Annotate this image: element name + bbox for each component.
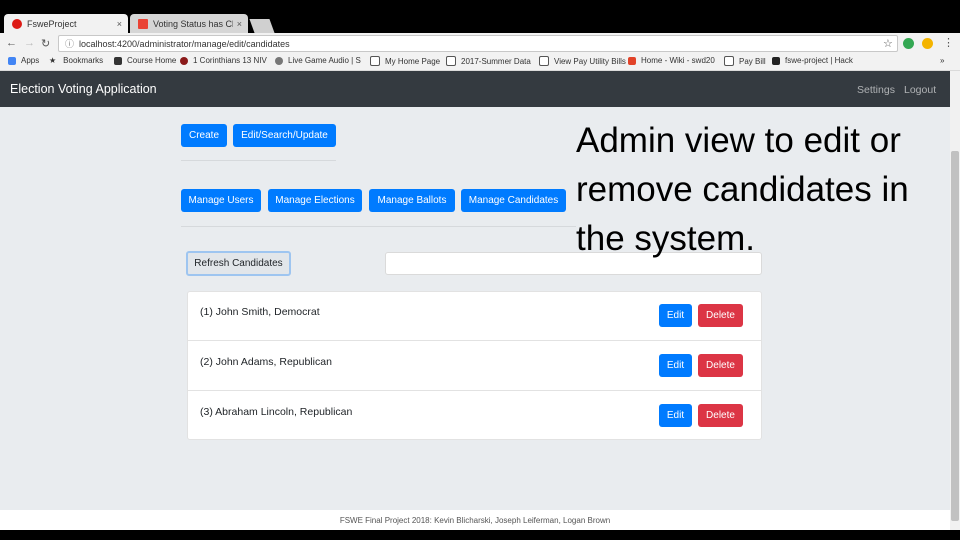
gmail-icon (138, 18, 148, 29)
bookmark-course-home[interactable]: Course Home (114, 56, 176, 65)
tab-title: Voting Status has Change (153, 18, 233, 29)
url-text: localhost:4200/administrator/manage/edit… (79, 38, 290, 49)
audio-icon (275, 56, 283, 65)
gitlab-icon (628, 56, 636, 65)
bookmark-live-game-audio[interactable]: Live Game Audio | S (275, 56, 361, 65)
manage-users-button[interactable]: Manage Users (181, 189, 261, 212)
divider (181, 226, 576, 227)
apps-grid-icon (8, 56, 16, 65)
bookmark-bookmarks[interactable]: ★ Bookmarks (49, 56, 103, 65)
browser-tab-fsweproject[interactable]: FsweProject × (4, 14, 128, 33)
hackpad-icon (772, 56, 780, 65)
angular-icon (12, 18, 22, 29)
manage-ballots-button[interactable]: Manage Ballots (369, 189, 455, 212)
bookmark-utility-bills[interactable]: View Pay Utility Bills (539, 56, 626, 66)
bookmark-my-home-page[interactable]: My Home Page (370, 56, 440, 66)
manage-candidates-button[interactable]: Manage Candidates (461, 189, 566, 212)
extension-icon[interactable] (922, 38, 933, 49)
edit-search-update-button[interactable]: Edit/Search/Update (233, 124, 336, 147)
bookmark-wiki[interactable]: Home - Wiki - swd20 (628, 56, 715, 65)
info-icon: ⓘ (65, 39, 75, 49)
delete-button[interactable]: Delete (698, 304, 743, 327)
bookmark-apps[interactable]: Apps (8, 56, 39, 65)
bookmark-corinthians[interactable]: 1 Corinthians 13 NIV (180, 56, 267, 65)
letterbox-bar (0, 530, 960, 540)
app-brand[interactable]: Election Voting Application (10, 82, 157, 96)
star-icon: ★ (49, 56, 57, 65)
edit-button[interactable]: Edit (659, 304, 692, 327)
page-icon (370, 56, 380, 66)
divider (181, 160, 336, 161)
browser-tab-gmail[interactable]: Voting Status has Change × (130, 14, 248, 33)
page-icon (724, 56, 734, 66)
page-icon (539, 56, 549, 66)
extension-check-icon[interactable] (903, 38, 914, 49)
page-icon (446, 56, 456, 66)
delete-button[interactable]: Delete (698, 404, 743, 427)
edit-button[interactable]: Edit (659, 354, 692, 377)
close-icon[interactable]: × (237, 19, 242, 29)
star-icon[interactable]: ☆ (883, 37, 893, 50)
manage-elections-button[interactable]: Manage Elections (268, 189, 362, 212)
page-icon (114, 56, 122, 65)
annotation-caption: Admin view to edit or remove candidates … (576, 121, 909, 258)
candidate-label: (2) John Adams, Republican (200, 356, 332, 368)
bookmark-pay-bill[interactable]: Pay Bill (724, 56, 766, 66)
nav-logout[interactable]: Logout (904, 84, 936, 96)
edit-button[interactable]: Edit (659, 404, 692, 427)
candidate-label: (1) John Smith, Democrat (200, 306, 320, 318)
footer: FSWE Final Project 2018: Kevin Blicharsk… (0, 510, 950, 530)
create-button[interactable]: Create (181, 124, 227, 147)
bookmark-fswe-project[interactable]: fswe-project | Hack (772, 56, 853, 65)
delete-button[interactable]: Delete (698, 354, 743, 377)
bible-icon (180, 56, 188, 65)
tab-title: FsweProject (27, 18, 77, 29)
nav-settings[interactable]: Settings (857, 84, 895, 96)
bookmark-summer-data[interactable]: 2017-Summer Data (446, 56, 531, 66)
close-icon[interactable]: × (117, 19, 122, 29)
menu-icon[interactable]: ⋮ (943, 36, 954, 49)
forward-icon[interactable]: → (24, 37, 35, 49)
candidate-label: (3) Abraham Lincoln, Republican (200, 406, 353, 418)
back-icon[interactable]: ← (6, 37, 17, 49)
scrollbar-thumb[interactable] (951, 151, 959, 521)
bookmarks-overflow[interactable]: » (940, 56, 944, 65)
reload-icon[interactable]: ↻ (41, 37, 50, 50)
address-bar[interactable]: ⓘ localhost:4200/administrator/manage/ed… (58, 35, 898, 52)
refresh-candidates-button[interactable]: Refresh Candidates (186, 251, 291, 276)
